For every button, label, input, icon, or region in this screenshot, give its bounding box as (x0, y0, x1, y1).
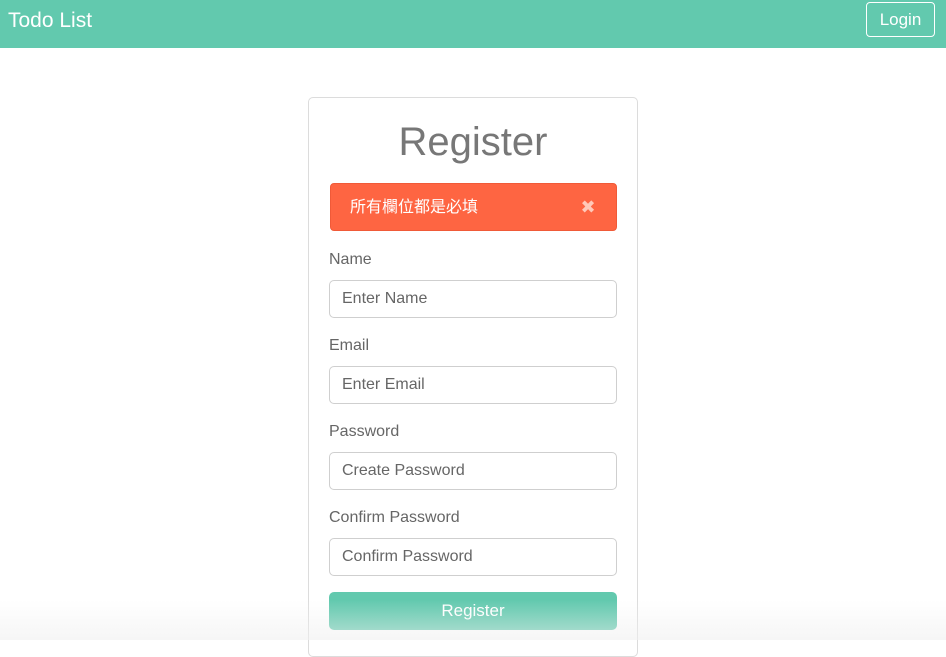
navbar: Todo List Login (0, 0, 946, 48)
close-icon[interactable]: ✖ (580, 197, 596, 217)
page-title: Register (398, 120, 548, 164)
confirm-password-label: Confirm Password (329, 509, 460, 526)
password-label: Password (329, 423, 400, 440)
register-button[interactable]: Register (329, 592, 617, 630)
error-alert: 所有欄位都是必填 ✖ (330, 183, 617, 231)
password-input[interactable] (329, 452, 617, 490)
name-label: Name (329, 251, 372, 268)
login-button[interactable]: Login (866, 2, 935, 37)
name-input[interactable] (329, 280, 617, 318)
email-input[interactable] (329, 366, 617, 404)
register-card: Register 所有欄位都是必填 ✖ Name Email Password … (308, 97, 638, 657)
confirm-password-input[interactable] (329, 538, 617, 576)
brand-link[interactable]: Todo List (8, 9, 92, 33)
alert-message: 所有欄位都是必填 (350, 199, 479, 216)
email-label: Email (329, 337, 370, 354)
